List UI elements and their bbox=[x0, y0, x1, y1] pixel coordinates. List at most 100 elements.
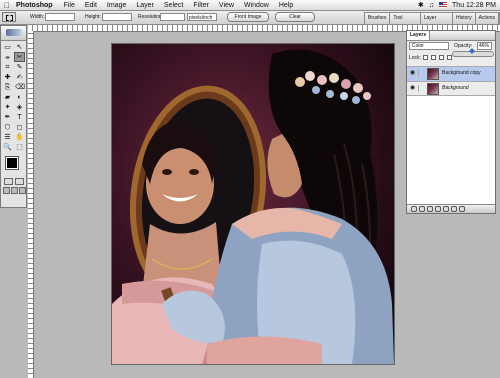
front-image-button[interactable]: Front Image bbox=[227, 12, 269, 22]
tool-button[interactable]: ⌫ bbox=[14, 82, 25, 92]
opacity-label: Opacity: bbox=[454, 43, 473, 49]
tool-button[interactable]: ⌗ bbox=[2, 62, 13, 72]
layer-name: Background bbox=[442, 85, 469, 91]
link-layers-icon[interactable] bbox=[411, 206, 417, 212]
menu-image[interactable]: Image bbox=[107, 2, 126, 9]
toolbox: ▭ ↖ ⌯ ✂ ⌗ ✎ ✚ ✍ ⎘ ⌫ ▰ ◐ ✦ ◈ ✒ T ⬡ ◻ ☰ ✋ 🔍 ⬚ bbox=[0, 25, 27, 208]
tool-button[interactable]: ✒ bbox=[2, 112, 13, 122]
mask-modes bbox=[1, 178, 26, 185]
layer-thumbnail bbox=[427, 83, 439, 95]
brush-icon[interactable] bbox=[418, 85, 425, 92]
width-field[interactable] bbox=[45, 13, 75, 21]
height-label: Height: bbox=[85, 14, 101, 20]
blend-mode-select[interactable]: Color bbox=[409, 42, 449, 50]
tool-button[interactable]: T bbox=[14, 112, 25, 122]
menu-select[interactable]: Select bbox=[164, 2, 183, 9]
options-bar: Width: Height: Resolution: pixels/inch F… bbox=[0, 11, 500, 32]
vertical-ruler[interactable] bbox=[28, 31, 34, 378]
brush-icon[interactable] bbox=[418, 70, 425, 77]
eye-icon[interactable]: ◉ bbox=[409, 70, 416, 77]
quick-mask-mode-button[interactable] bbox=[15, 178, 24, 185]
menu-bar:  Photoshop File Edit Image Layer Select… bbox=[0, 0, 500, 11]
tool-button[interactable]: ▭ bbox=[2, 42, 13, 52]
image-canvas[interactable] bbox=[112, 44, 394, 364]
tool-button[interactable]: ✦ bbox=[2, 102, 13, 112]
tool-button[interactable]: ▰ bbox=[2, 92, 13, 102]
tool-button[interactable]: ✚ bbox=[2, 72, 13, 82]
screen-mode-standard-button[interactable] bbox=[3, 187, 10, 194]
menu-layer[interactable]: Layer bbox=[136, 2, 154, 9]
layer-thumbnail bbox=[427, 68, 439, 80]
new-fill-layer-icon[interactable] bbox=[435, 206, 441, 212]
tool-button[interactable]: ⌯ bbox=[2, 52, 13, 62]
screen-mode-menu-button[interactable] bbox=[11, 187, 18, 194]
tool-button[interactable]: 🔍 bbox=[2, 142, 13, 152]
tool-button[interactable]: ◐ bbox=[14, 92, 25, 102]
tool-grid: ▭ ↖ ⌯ ✂ ⌗ ✎ ✚ ✍ ⎘ ⌫ ▰ ◐ ✦ ◈ ✒ T ⬡ ◻ ☰ ✋ 🔍 ⬚ bbox=[1, 41, 26, 152]
tool-button[interactable]: ✎ bbox=[14, 62, 25, 72]
volume-icon[interactable]: ♫ bbox=[429, 2, 434, 9]
crop-tool-preset-icon[interactable] bbox=[2, 12, 16, 22]
toolbox-header[interactable] bbox=[1, 26, 26, 41]
layer-row-background[interactable]: ◉ Background bbox=[407, 81, 495, 96]
foreground-color-swatch[interactable] bbox=[5, 156, 19, 170]
eye-icon[interactable]: ◉ bbox=[409, 85, 416, 92]
add-mask-icon[interactable] bbox=[427, 206, 433, 212]
layers-palette-tabs: Layers bbox=[407, 31, 495, 41]
new-group-icon[interactable] bbox=[443, 206, 449, 212]
tool-button[interactable]: ↖ bbox=[14, 42, 25, 52]
tab-layers[interactable]: Layers bbox=[407, 31, 431, 40]
layers-palette: Layers Color Opacity: 46% Lock: ◉ Backgr… bbox=[406, 30, 496, 214]
new-layer-icon[interactable] bbox=[451, 206, 457, 212]
lock-image-checkbox[interactable] bbox=[431, 55, 436, 60]
bluetooth-icon[interactable]: ✱ bbox=[418, 1, 424, 9]
lock-all-checkbox[interactable] bbox=[447, 55, 452, 60]
blend-row: Color Opacity: 46% bbox=[407, 41, 495, 57]
color-swatches bbox=[1, 155, 26, 177]
resolution-unit-select[interactable]: pixels/inch bbox=[187, 13, 217, 21]
menu-filter[interactable]: Filter bbox=[193, 2, 209, 9]
menu-help[interactable]: Help bbox=[279, 2, 293, 9]
flag-icon[interactable] bbox=[439, 2, 448, 8]
layer-row-background-copy[interactable]: ◉ Background copy bbox=[407, 66, 495, 81]
tool-button[interactable]: ◈ bbox=[14, 102, 25, 112]
tab-tool-presets[interactable]: Tool Presets bbox=[390, 13, 421, 32]
lock-transparency-checkbox[interactable] bbox=[423, 55, 428, 60]
tab-layer-comps[interactable]: Layer Comps bbox=[420, 13, 454, 32]
lock-position-checkbox[interactable] bbox=[439, 55, 444, 60]
tool-button[interactable]: ◻ bbox=[14, 122, 25, 132]
menu-file[interactable]: File bbox=[64, 2, 75, 9]
clear-button[interactable]: Clear bbox=[275, 12, 315, 22]
tool-button[interactable]: ⎘ bbox=[2, 82, 13, 92]
tool-button[interactable]: ✋ bbox=[14, 132, 25, 142]
lock-row: Lock: bbox=[407, 53, 495, 62]
app-menu[interactable]: Photoshop bbox=[16, 2, 53, 9]
standard-mode-button[interactable] bbox=[4, 178, 13, 185]
layers-list-empty-area[interactable] bbox=[407, 95, 495, 206]
resolution-field[interactable] bbox=[160, 13, 185, 21]
tab-brushes[interactable]: Brushes bbox=[365, 13, 391, 24]
screen-mode-full-button[interactable] bbox=[19, 187, 26, 194]
tab-actions[interactable]: Actions bbox=[475, 13, 499, 24]
palette-well: Brushes Tool Presets Layer Comps History… bbox=[364, 12, 500, 32]
photoshop-feather-icon[interactable] bbox=[6, 29, 22, 36]
portrait-photo bbox=[112, 49, 394, 364]
height-field[interactable] bbox=[102, 13, 132, 21]
lock-label: Lock: bbox=[409, 55, 421, 61]
trash-icon[interactable] bbox=[459, 206, 465, 212]
menu-edit[interactable]: Edit bbox=[85, 2, 97, 9]
layer-style-icon[interactable] bbox=[419, 206, 425, 212]
tool-button[interactable]: ✍ bbox=[14, 72, 25, 82]
width-label: Width: bbox=[30, 14, 45, 20]
tool-button[interactable]: ☰ bbox=[2, 132, 13, 142]
menu-window[interactable]: Window bbox=[244, 2, 269, 9]
opacity-field[interactable]: 46% bbox=[477, 42, 492, 50]
screen-modes bbox=[1, 187, 26, 194]
apple-menu-icon[interactable]:  bbox=[0, 1, 14, 10]
tool-button[interactable]: ✂ bbox=[14, 52, 25, 62]
clock[interactable]: Thu 12:28 PM bbox=[452, 2, 496, 9]
tool-button[interactable]: ⬚ bbox=[14, 142, 25, 152]
tab-history[interactable]: History bbox=[453, 13, 476, 24]
tool-button[interactable]: ⬡ bbox=[2, 122, 13, 132]
menu-view[interactable]: View bbox=[219, 2, 234, 9]
